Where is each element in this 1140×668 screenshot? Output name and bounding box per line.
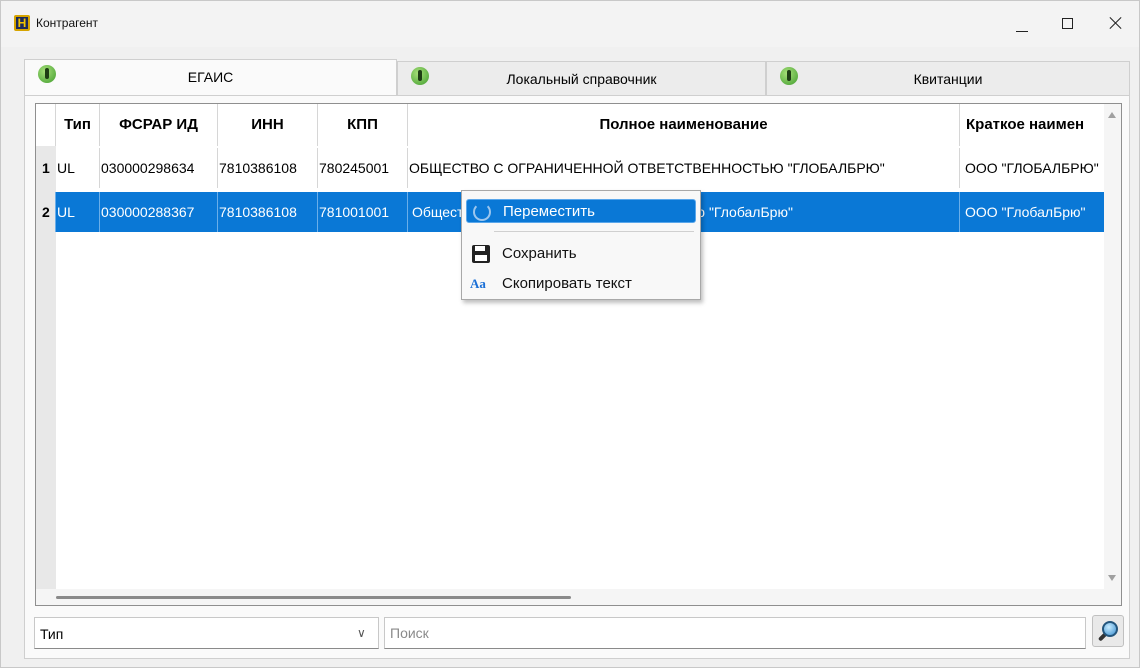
cell-fsrar-id[interactable]: 030000298634 [100,148,218,188]
tab-egais[interactable]: ЕГАИС [24,59,397,95]
cell-short-name[interactable]: ООО "ГлобалБрю" [960,192,1110,232]
chevron-down-icon: ∨ [357,626,366,640]
tab-label: ЕГАИС [187,69,234,85]
copy-text-icon: Aa [470,276,486,291]
cell-inn[interactable]: 7810386108 [218,148,318,188]
context-menu-copy-text-label: Скопировать текст [502,275,632,292]
contractor-window: H Контрагент ЕГАИС Локальный справочник … [0,0,1140,668]
context-menu-copy-text[interactable]: Aa Скопировать текст [466,272,696,296]
column-header-kpp[interactable]: КПП [318,104,408,146]
app-icon-letter: H [17,16,27,30]
maximize-button[interactable] [1045,1,1091,47]
scroll-down-arrow-icon[interactable] [1108,575,1116,581]
horizontal-scroll-thumb[interactable] [56,596,571,599]
contractors-table[interactable]: Тип ФСРАР ИД ИНН КПП Полное наименование… [35,103,1122,606]
type-filter-select[interactable]: Тип ∨ [34,617,379,649]
move-icon [473,203,491,221]
context-menu-save-label: Сохранить [502,245,577,262]
window-title: Контрагент [36,16,99,30]
app-icon: H [14,15,30,31]
corner-header [36,104,56,146]
save-icon [472,245,490,263]
row-number: 2 [36,192,56,232]
context-menu-move[interactable]: Переместить [466,199,696,223]
column-header-type[interactable]: Тип [56,104,100,146]
horizontal-scrollbar[interactable] [36,589,1121,605]
context-menu: Переместить Сохранить Aa Скопировать тек… [461,190,701,300]
table-header: Тип ФСРАР ИД ИНН КПП Полное наименование… [36,104,1106,146]
table-row[interactable]: 1 UL 030000298634 7810386108 780245001 О… [36,148,1106,188]
search-button[interactable] [1092,615,1124,647]
cell-inn[interactable]: 7810386108 [218,192,318,232]
cell-kpp[interactable]: 780245001 [318,148,408,188]
cell-type[interactable]: UL [56,148,100,188]
column-header-inn[interactable]: ИНН [218,104,318,146]
column-header-full-name[interactable]: Полное наименование [408,104,960,146]
type-filter-value: Тип [40,626,64,642]
maximize-icon [1062,18,1073,29]
vertical-scrollbar[interactable] [1104,104,1121,589]
context-menu-move-label: Переместить [503,203,595,220]
minimize-icon [1016,31,1028,32]
column-header-fsrar-id[interactable]: ФСРАР ИД [100,104,218,146]
context-menu-separator [494,231,694,232]
row-number: 1 [36,148,56,188]
tab-receipts[interactable]: Квитанции [766,61,1130,95]
context-menu-save[interactable]: Сохранить [466,242,696,266]
cell-type[interactable]: UL [56,192,100,232]
scroll-up-arrow-icon[interactable] [1108,112,1116,118]
column-header-short-name[interactable]: Краткое наимен [960,104,1106,146]
tab-label: Локальный справочник [506,71,657,87]
cell-fsrar-id[interactable]: 030000288367 [100,192,218,232]
close-icon [1109,16,1123,30]
search-input[interactable] [384,617,1086,649]
cell-full-name[interactable]: ОБЩЕСТВО С ОГРАНИЧЕННОЙ ОТВЕТСТВЕННОСТЬЮ… [408,148,960,188]
search-icon [1102,621,1118,637]
title-bar[interactable]: H Контрагент [1,1,1139,47]
cell-kpp[interactable]: 781001001 [318,192,408,232]
cell-short-name[interactable]: ООО "ГЛОБАЛБРЮ" [960,148,1110,188]
minimize-button[interactable] [999,1,1045,47]
tab-local-directory[interactable]: Локальный справочник [397,61,766,95]
close-button[interactable] [1093,1,1139,47]
tab-label: Квитанции [913,71,983,87]
